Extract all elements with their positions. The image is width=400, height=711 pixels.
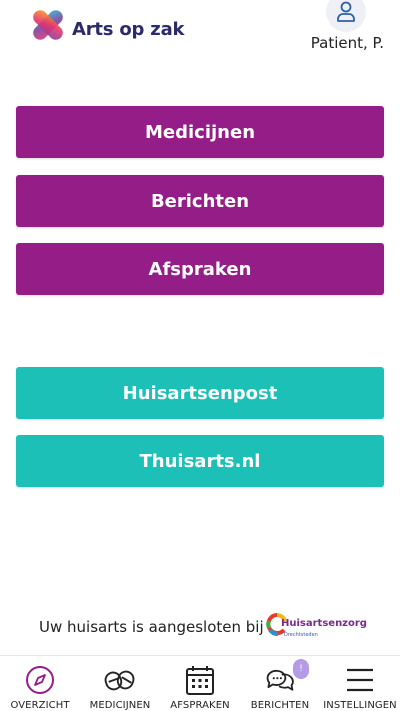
bottom-tab-bar: OVERZICHT MEDICIJNEN AFSPRAKEN ! BERICHT… (0, 655, 400, 711)
tab-afspraken[interactable]: AFSPRAKEN (160, 656, 240, 711)
tab-berichten[interactable]: ! BERICHTEN (240, 656, 320, 711)
tab-berichten-label: BERICHTEN (250, 700, 310, 711)
tab-medicijnen[interactable]: MEDICIJNEN (80, 656, 160, 711)
aangesloten-section: Uw huisarts is aangesloten bij Huisartse… (0, 608, 400, 644)
berichten-badge: ! (293, 659, 309, 679)
pills-icon (104, 664, 136, 696)
app-logo-icon (26, 4, 70, 46)
user-profile-button[interactable]: Patient, P. (304, 0, 384, 56)
huisartsenzorg-subtitle: Drechtsteden (284, 632, 318, 638)
afspraken-button[interactable]: Afspraken (16, 243, 384, 295)
aangesloten-text: Uw huisarts is aangesloten bij (39, 618, 264, 636)
chat-bubbles-icon (264, 664, 296, 696)
menu-icon (344, 664, 376, 696)
tab-overzicht-label: OVERZICHT (10, 700, 70, 711)
medicijnen-button[interactable]: Medicijnen (16, 106, 384, 158)
tab-medicijnen-label: MEDICIJNEN (89, 700, 151, 711)
compass-icon (24, 664, 56, 696)
huisartsenpost-button[interactable]: Huisartsenpost (16, 367, 384, 419)
tab-instellingen-label: INSTELLINGEN (323, 700, 397, 711)
tab-overzicht[interactable]: OVERZICHT (0, 656, 80, 711)
huisartsenzorg-title: Huisartsenzorg (281, 618, 367, 629)
app-name: Arts op zak (72, 19, 185, 40)
tab-instellingen[interactable]: INSTELLINGEN (320, 656, 400, 711)
thuisarts-button[interactable]: Thuisarts.nl (16, 435, 384, 487)
berichten-button[interactable]: Berichten (16, 175, 384, 227)
user-icon[interactable] (326, 0, 366, 32)
app-header: Arts op zak Patient, P. (0, 0, 400, 60)
calendar-icon (184, 664, 216, 696)
huisartsenzorg-logo[interactable]: Huisartsenzorg Drechtsteden (266, 612, 367, 640)
tab-afspraken-label: AFSPRAKEN (170, 700, 230, 711)
user-name: Patient, P. (310, 34, 384, 52)
